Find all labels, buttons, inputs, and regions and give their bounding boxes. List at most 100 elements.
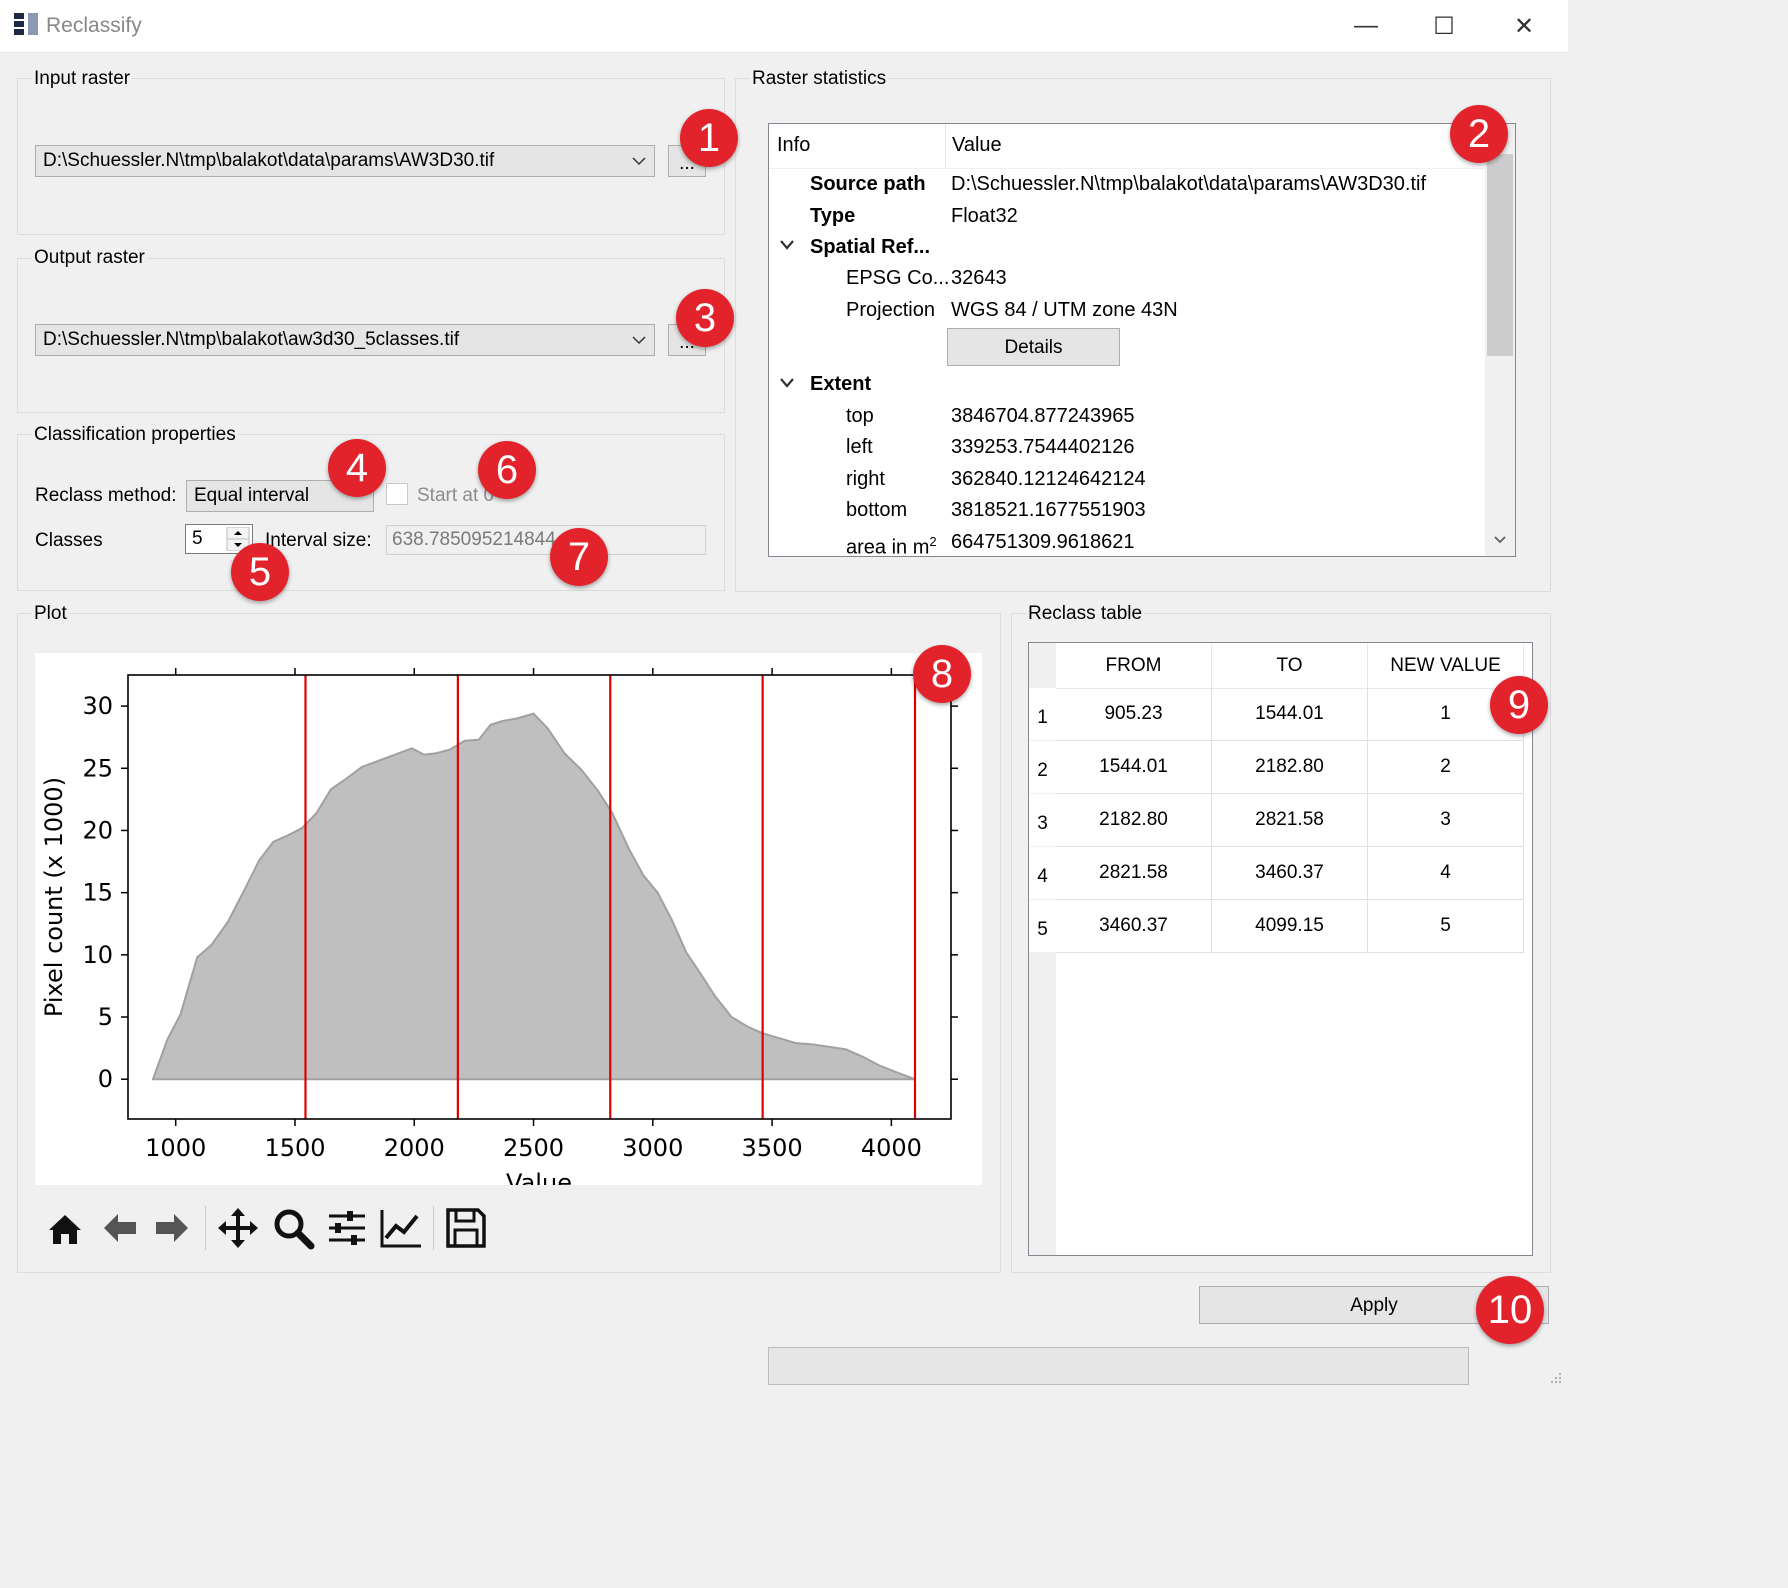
row-index[interactable]: 1 bbox=[1029, 688, 1056, 740]
tree-header: Info Value bbox=[769, 124, 1485, 169]
col-info-header[interactable]: Info bbox=[777, 134, 810, 157]
key-type[interactable]: Type bbox=[810, 201, 855, 231]
key-area[interactable]: area in m2 bbox=[846, 527, 937, 556]
cell-from[interactable]: 905.23 bbox=[1056, 688, 1212, 741]
tree-scrollbar[interactable] bbox=[1485, 124, 1515, 556]
save-icon[interactable] bbox=[444, 1206, 488, 1250]
area-superscript: 2 bbox=[929, 534, 937, 549]
value-type: Float32 bbox=[951, 205, 1018, 227]
title-bar: Reclassify — ☐ ✕ bbox=[0, 0, 1568, 53]
value-right: 362840.12124642124 bbox=[951, 468, 1146, 490]
progress-bar bbox=[768, 1347, 1469, 1385]
y-tick-label: 25 bbox=[82, 754, 113, 782]
reclass-method-label: Reclass method: bbox=[35, 485, 177, 506]
row-index[interactable]: 2 bbox=[1029, 741, 1056, 793]
annotation-badge: 4 bbox=[328, 439, 386, 497]
cell-from[interactable]: 2182.80 bbox=[1056, 794, 1212, 847]
raster-statistics-label: Raster statistics bbox=[750, 68, 889, 90]
interval-size-label: Interval size: bbox=[265, 530, 372, 551]
cell-new-value[interactable]: 4 bbox=[1368, 847, 1524, 900]
annotation-badge: 8 bbox=[913, 645, 971, 703]
chevron-down-icon bbox=[632, 336, 646, 345]
output-raster-combo[interactable]: D:\Schuessler.N\tmp\balakot\aw3d30_5clas… bbox=[35, 324, 655, 356]
key-extent[interactable]: Extent bbox=[810, 369, 871, 399]
cell-from[interactable]: 3460.37 bbox=[1056, 900, 1212, 953]
start-at-zero-checkbox[interactable] bbox=[386, 483, 408, 505]
value-top: 3846704.877243965 bbox=[951, 405, 1135, 427]
y-tick-label: 30 bbox=[82, 692, 113, 720]
col-to-header[interactable]: TO bbox=[1212, 643, 1368, 689]
cell-from[interactable]: 1544.01 bbox=[1056, 741, 1212, 794]
cell-to[interactable]: 2182.80 bbox=[1212, 741, 1368, 794]
reclass-method-value: Equal interval bbox=[194, 485, 310, 506]
col-from-header[interactable]: FROM bbox=[1056, 643, 1212, 689]
zoom-icon[interactable] bbox=[271, 1206, 315, 1250]
interval-size-field[interactable]: 638.785095214844 bbox=[386, 525, 706, 555]
row-index[interactable]: 3 bbox=[1029, 794, 1056, 846]
annotation-badge: 5 bbox=[231, 543, 289, 601]
annotation-badge: 1 bbox=[680, 109, 738, 167]
key-epsg[interactable]: EPSG Co... bbox=[846, 263, 949, 293]
y-tick-label: 10 bbox=[82, 941, 113, 969]
scroll-down-icon[interactable] bbox=[1493, 534, 1507, 546]
input-raster-label: Input raster bbox=[32, 68, 133, 90]
configure-icon[interactable] bbox=[325, 1206, 369, 1250]
value-projection: WGS 84 / UTM zone 43N bbox=[951, 299, 1178, 321]
y-tick-label: 5 bbox=[98, 1003, 113, 1031]
minimize-button[interactable]: — bbox=[1326, 0, 1406, 52]
row-index[interactable]: 5 bbox=[1029, 900, 1056, 952]
expand-chevron-icon[interactable] bbox=[779, 238, 795, 252]
cell-new-value[interactable]: 2 bbox=[1368, 741, 1524, 794]
annotation-badge: 2 bbox=[1450, 105, 1508, 163]
pan-icon[interactable] bbox=[216, 1206, 260, 1250]
value-epsg: 32643 bbox=[951, 267, 1007, 289]
scrollbar-thumb[interactable] bbox=[1487, 154, 1513, 356]
expand-chevron-icon[interactable] bbox=[779, 376, 795, 390]
input-raster-combo[interactable]: D:\Schuessler.N\tmp\balakot\data\params\… bbox=[35, 145, 655, 177]
annotation-badge: 6 bbox=[478, 441, 536, 499]
cell-new-value[interactable]: 5 bbox=[1368, 900, 1524, 953]
cell-to[interactable]: 2821.58 bbox=[1212, 794, 1368, 847]
y-tick-label: 0 bbox=[98, 1065, 113, 1093]
value-bottom: 3818521.1677551903 bbox=[951, 499, 1146, 521]
histogram-chart[interactable]: 1000 1500 2000 2500 3000 3500 4000 0 5 10 15 20 25 3… bbox=[35, 653, 982, 1185]
x-tick-label: 2500 bbox=[503, 1134, 564, 1162]
reclass-table[interactable]: FROM TO NEW VALUE 1 905.23 1544.01 1 2 1… bbox=[1028, 642, 1533, 1256]
y-tick-label: 20 bbox=[82, 816, 113, 844]
maximize-button[interactable]: ☐ bbox=[1404, 0, 1484, 52]
forward-icon[interactable] bbox=[150, 1206, 194, 1250]
classes-label: Classes bbox=[35, 530, 103, 551]
home-icon[interactable] bbox=[43, 1206, 87, 1250]
reclass-table-label: Reclass table bbox=[1026, 603, 1145, 625]
cell-to[interactable]: 3460.37 bbox=[1212, 847, 1368, 900]
back-icon[interactable] bbox=[98, 1206, 142, 1250]
key-projection[interactable]: Projection bbox=[846, 295, 935, 325]
key-top[interactable]: top bbox=[846, 401, 874, 431]
cell-from[interactable]: 2821.58 bbox=[1056, 847, 1212, 900]
annotation-badge: 7 bbox=[550, 528, 608, 586]
cell-to[interactable]: 4099.15 bbox=[1212, 900, 1368, 953]
edit-axis-icon[interactable] bbox=[379, 1206, 423, 1250]
raster-statistics-tree[interactable]: Info Value Source path D:\Schuessler.N\t… bbox=[768, 123, 1516, 557]
resize-grip-icon[interactable] bbox=[1546, 1370, 1564, 1388]
x-tick-label: 3500 bbox=[742, 1134, 803, 1162]
y-axis-label: Pixel count (x 1000) bbox=[40, 777, 68, 1017]
details-button[interactable]: Details bbox=[947, 328, 1120, 366]
value-left: 339253.7544402126 bbox=[951, 436, 1135, 458]
chevron-down-icon bbox=[632, 157, 646, 166]
col-value-header[interactable]: Value bbox=[952, 134, 1002, 157]
key-source-path[interactable]: Source path bbox=[810, 169, 926, 199]
key-left[interactable]: left bbox=[846, 432, 873, 462]
key-spatial-ref[interactable]: Spatial Ref... bbox=[810, 232, 930, 262]
start-at-zero-label: Start at 0 bbox=[417, 485, 495, 506]
annotation-badge: 3 bbox=[676, 289, 734, 347]
close-button[interactable]: ✕ bbox=[1484, 0, 1564, 52]
annotation-badge: 10 bbox=[1476, 1276, 1544, 1344]
x-tick-label: 1500 bbox=[264, 1134, 325, 1162]
row-index[interactable]: 4 bbox=[1029, 847, 1056, 899]
x-tick-label: 2000 bbox=[384, 1134, 445, 1162]
cell-to[interactable]: 1544.01 bbox=[1212, 688, 1368, 741]
key-bottom[interactable]: bottom bbox=[846, 495, 907, 525]
cell-new-value[interactable]: 3 bbox=[1368, 794, 1524, 847]
key-right[interactable]: right bbox=[846, 464, 885, 494]
